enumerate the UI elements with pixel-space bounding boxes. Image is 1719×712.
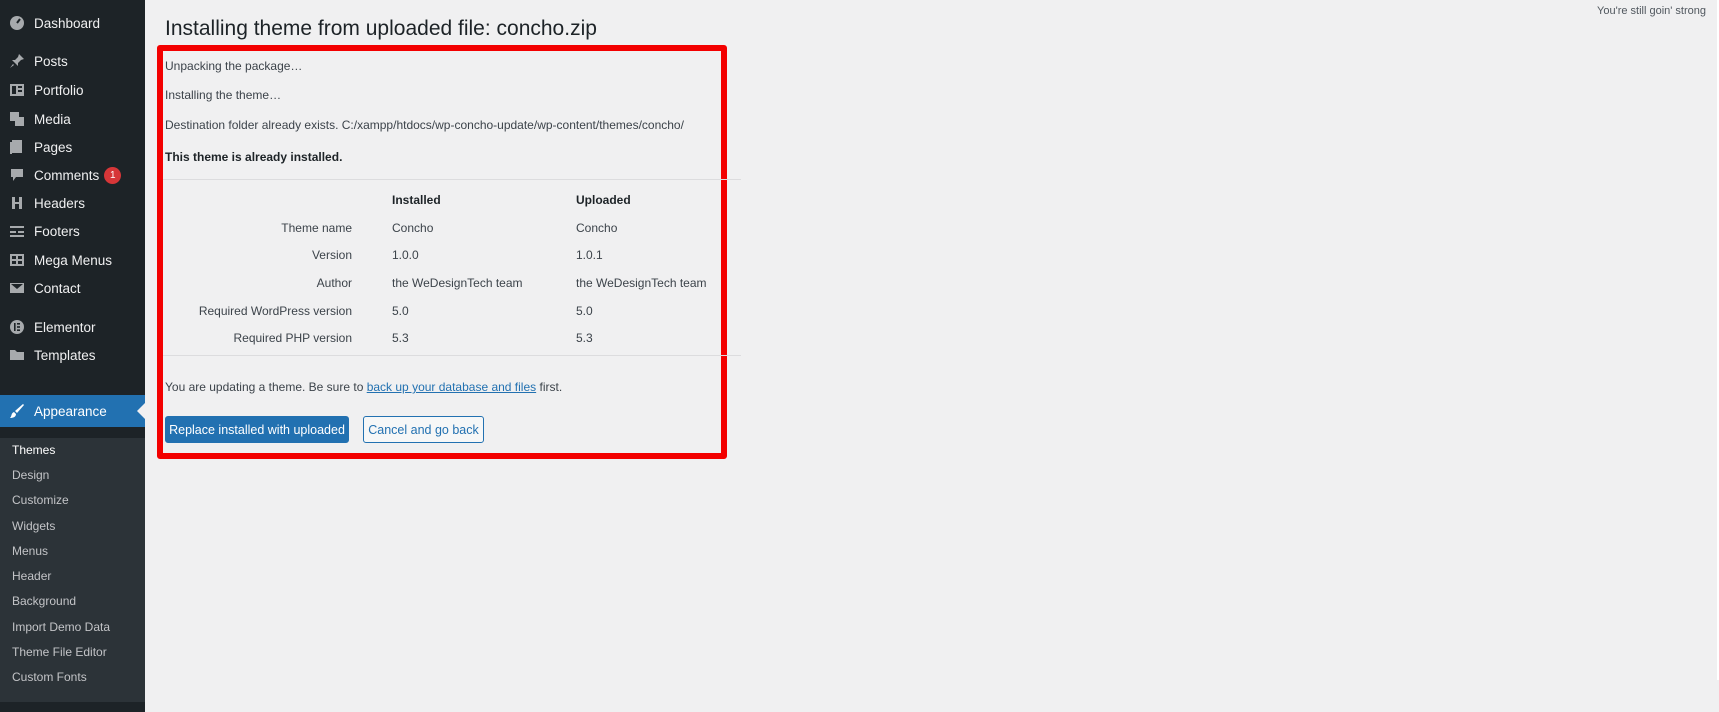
sidebar-item-label: Pages: [34, 139, 73, 155]
sidebar-item-label: Appearance: [34, 403, 107, 419]
sidebar-item-media[interactable]: Media: [0, 104, 145, 134]
appearance-submenu: Themes Design Customize Widgets Menus He…: [0, 438, 145, 702]
table-icon: [0, 252, 34, 268]
row-label: Author: [316, 276, 352, 290]
row-label: Version: [311, 248, 352, 262]
portfolio-icon: [0, 82, 34, 98]
backup-notice: You are updating a theme. Be sure to bac…: [165, 380, 562, 394]
sidebar-overflow: [0, 702, 145, 712]
submenu-item-theme-file-editor[interactable]: Theme File Editor: [12, 642, 107, 662]
sidebar-item-contact[interactable]: Contact: [0, 273, 145, 303]
pin-icon: [0, 53, 34, 69]
media-icon: [0, 111, 34, 127]
uploaded-value: the WeDesignTech team: [576, 276, 707, 290]
installed-value: the WeDesignTech team: [392, 276, 523, 290]
backup-link[interactable]: back up your database and files: [367, 380, 536, 394]
table-top-divider: [163, 179, 741, 180]
sidebar-item-label: Templates: [34, 347, 96, 363]
sidebar-item-appearance[interactable]: Appearance: [0, 395, 145, 427]
table-bottom-divider: [163, 355, 741, 356]
column-header-uploaded: Uploaded: [576, 193, 631, 207]
sidebar-item-headers[interactable]: Headers: [0, 188, 145, 218]
backup-notice-suffix: first.: [536, 380, 563, 394]
admin-sidebar: Dashboard Posts Portfolio Media Pages Co…: [0, 0, 145, 712]
sidebar-item-dashboard[interactable]: Dashboard: [0, 8, 145, 38]
submenu-item-design[interactable]: Design: [12, 465, 49, 485]
sidebar-item-label: Comments: [34, 167, 100, 183]
submenu-item-background[interactable]: Background: [12, 591, 76, 611]
elementor-icon: [0, 319, 34, 335]
status-already-installed: This theme is already installed.: [165, 150, 343, 164]
folder-icon: [0, 347, 34, 363]
comment-icon: [0, 167, 34, 183]
status-destination-exists: Destination folder already exists. C:/xa…: [165, 118, 684, 132]
installed-value: 1.0.0: [392, 248, 419, 262]
uploaded-value: 5.3: [576, 331, 593, 345]
sidebar-item-portfolio[interactable]: Portfolio: [0, 75, 145, 105]
sidebar-item-templates[interactable]: Templates: [0, 340, 145, 370]
brush-icon: [0, 403, 34, 419]
submenu-item-customize[interactable]: Customize: [12, 490, 69, 510]
dashboard-icon: [0, 15, 34, 31]
status-installing: Installing the theme…: [165, 88, 282, 102]
uploaded-value: 1.0.1: [576, 248, 603, 262]
installed-value: 5.0: [392, 304, 409, 318]
sidebar-item-label: Media: [34, 111, 71, 127]
uploaded-value: Concho: [576, 221, 618, 235]
sidebar-item-label: Footers: [34, 223, 80, 239]
submenu-item-menus[interactable]: Menus: [12, 541, 48, 561]
comments-count-badge: 1: [104, 166, 122, 184]
submenu-item-themes[interactable]: Themes: [12, 440, 55, 460]
submenu-item-header[interactable]: Header: [12, 566, 51, 586]
footers-icon: [0, 223, 34, 239]
page-title: Installing theme from uploaded file: con…: [165, 17, 597, 40]
sidebar-item-label: Contact: [34, 280, 81, 296]
sidebar-item-posts[interactable]: Posts: [0, 46, 145, 76]
footer-greeting: You're still goin' strong: [1597, 5, 1706, 17]
installed-value: 5.3: [392, 331, 409, 345]
submenu-item-import-demo-data[interactable]: Import Demo Data: [12, 617, 110, 637]
envelope-icon: [0, 280, 34, 296]
sidebar-item-label: Headers: [34, 195, 86, 211]
status-unpacking: Unpacking the package…: [165, 59, 303, 73]
uploaded-value: 5.0: [576, 304, 593, 318]
sidebar-item-comments[interactable]: Comments 1: [0, 160, 145, 190]
row-label: Required PHP version: [233, 331, 352, 345]
pages-icon: [0, 139, 34, 155]
sidebar-item-label: Dashboard: [34, 15, 101, 31]
cancel-go-back-button[interactable]: Cancel and go back: [363, 416, 484, 443]
sidebar-item-pages[interactable]: Pages: [0, 132, 145, 162]
sidebar-item-label: Elementor: [34, 319, 96, 335]
sidebar-item-mega-menus[interactable]: Mega Menus: [0, 245, 145, 275]
installed-value: Concho: [392, 221, 434, 235]
column-header-installed: Installed: [392, 193, 441, 207]
page-scrollbar[interactable]: [1713, 0, 1719, 712]
active-indicator-arrow: [137, 403, 145, 419]
headers-icon: [0, 195, 34, 211]
replace-installed-button[interactable]: Replace installed with uploaded: [165, 416, 349, 443]
sidebar-item-label: Posts: [34, 53, 68, 69]
sidebar-item-label: Mega Menus: [34, 252, 113, 268]
submenu-item-widgets[interactable]: Widgets: [12, 516, 55, 536]
sidebar-item-elementor[interactable]: Elementor: [0, 312, 145, 342]
row-label: Required WordPress version: [198, 304, 352, 318]
sidebar-item-label: Portfolio: [34, 82, 84, 98]
submenu-item-custom-fonts[interactable]: Custom Fonts: [12, 667, 87, 687]
backup-notice-text: You are updating a theme. Be sure to: [165, 380, 367, 394]
sidebar-item-footers[interactable]: Footers: [0, 216, 145, 246]
row-label: Theme name: [281, 221, 352, 235]
